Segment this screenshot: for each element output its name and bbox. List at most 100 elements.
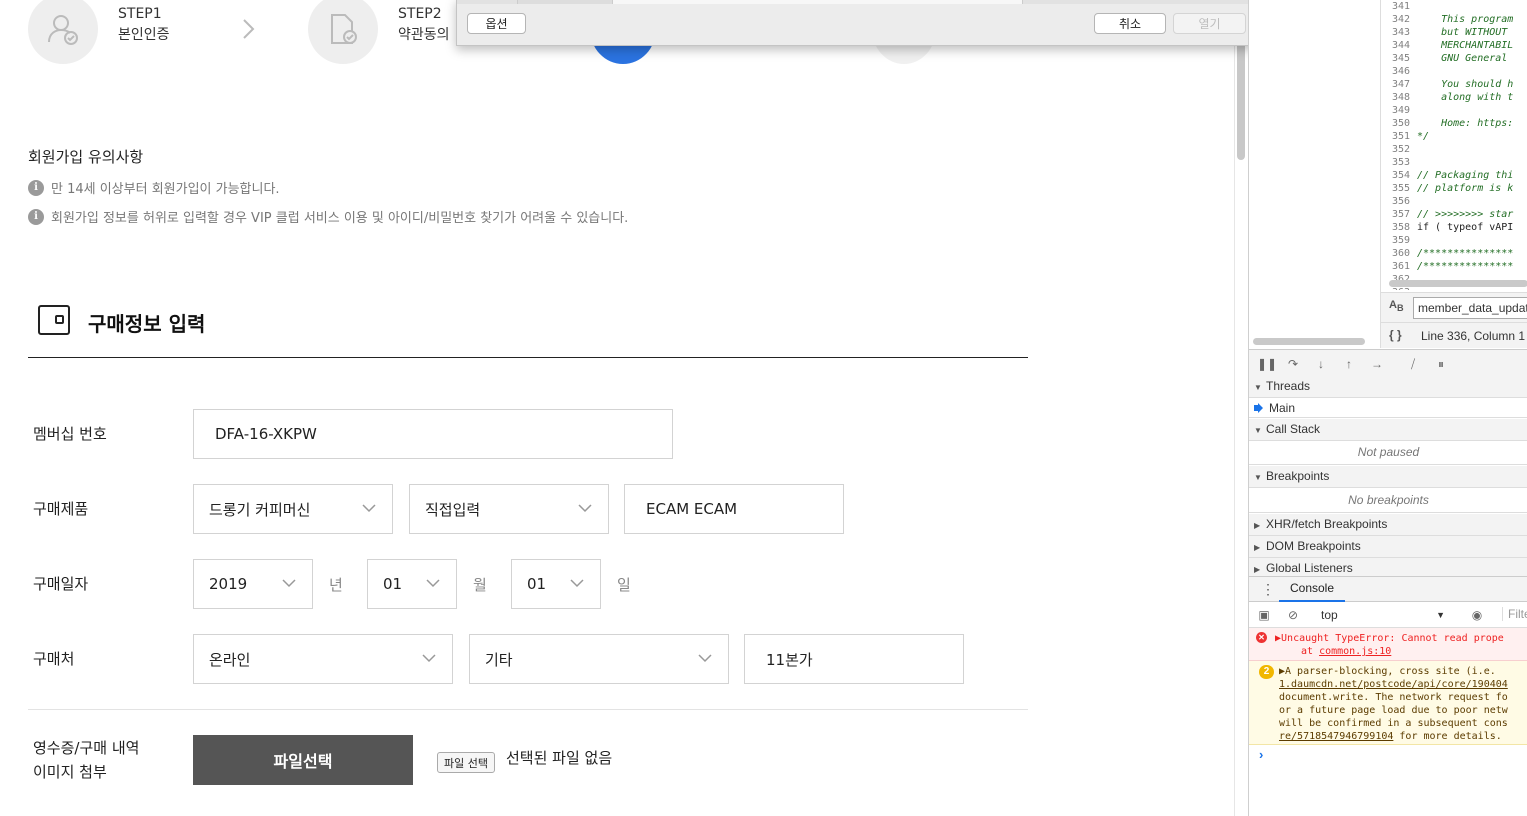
store-type-select[interactable]: 온라인 (193, 634, 453, 684)
code-line[interactable]: 359 (1381, 234, 1527, 247)
console-warning-message[interactable]: 2 ▶A parser-blocking, cross site (i.e. 1… (1249, 661, 1527, 745)
code-line[interactable]: 358 if ( typeof vAPI (1381, 221, 1527, 234)
file-open-dialog: 옵션 취소 열기 (456, 0, 1257, 46)
breakpoints-header[interactable]: ▼ Breakpoints (1249, 466, 1527, 488)
pause-icon[interactable]: ❚❚ (1257, 356, 1277, 372)
chevron-down-icon (422, 654, 436, 663)
line-number[interactable]: 346 (1381, 65, 1415, 78)
code-line[interactable]: 347 You should h (1381, 78, 1527, 91)
file-select-button[interactable]: 파일선택 (193, 735, 413, 785)
editor-search-input[interactable]: member_data_updat (1413, 297, 1527, 319)
thread-main-label: Main (1269, 401, 1296, 415)
editor-scrollbar[interactable] (1389, 280, 1527, 287)
line-number[interactable]: 344 (1381, 39, 1415, 52)
callstack-header[interactable]: ▼ Call Stack (1249, 419, 1527, 441)
tab-console[interactable]: Console (1279, 577, 1345, 602)
code-line[interactable]: 346 (1381, 65, 1527, 78)
line-number[interactable]: 361 (1381, 260, 1415, 273)
dialog-options-button[interactable]: 옵션 (467, 13, 526, 34)
line-number[interactable]: 345 (1381, 52, 1415, 65)
membership-input[interactable]: DFA-16-XKPW (193, 409, 673, 459)
line-number[interactable]: 343 (1381, 26, 1415, 39)
native-file-input-button[interactable]: 파일 선택 (437, 752, 495, 773)
code-line[interactable]: 345 GNU General (1381, 52, 1527, 65)
clear-console-icon[interactable]: ⊘ (1285, 607, 1301, 623)
console-prompt-icon[interactable]: › (1259, 747, 1263, 762)
line-number[interactable]: 342 (1381, 13, 1415, 26)
line-number[interactable]: 352 (1381, 143, 1415, 156)
xhr-breakpoints-header[interactable]: ▶ XHR/fetch Breakpoints (1249, 514, 1527, 536)
line-number[interactable]: 347 (1381, 78, 1415, 91)
code-line[interactable]: 342 This program (1381, 13, 1527, 26)
console-error-message[interactable]: ✕ ▶Uncaught TypeError: Cannot read prope… (1249, 628, 1527, 661)
line-number[interactable]: 351 (1381, 130, 1415, 143)
code-line[interactable]: 361/*************** (1381, 260, 1527, 273)
warning-chromestatus-link[interactable]: re/5718547946799104 (1279, 731, 1393, 742)
day-unit: 일 (617, 576, 631, 594)
year-select[interactable]: 2019 (193, 559, 313, 609)
product-model-input[interactable]: ECAM ECAM (624, 484, 844, 534)
line-number[interactable]: 358 (1381, 221, 1415, 234)
code-line[interactable]: 357// >>>>>>>> star (1381, 208, 1527, 221)
warning-line-last: re/5718547946799104 for more details. (1279, 730, 1502, 743)
day-value: 01 (527, 575, 547, 593)
warning-link-line[interactable]: 1.daumcdn.net/postcode/api/core/190404 (1279, 678, 1508, 691)
context-select[interactable]: top ▼ (1315, 606, 1445, 624)
error-source-link[interactable]: common.js:10 (1319, 646, 1391, 657)
console-filter-input[interactable]: Filte (1502, 607, 1527, 621)
line-number[interactable]: 355 (1381, 182, 1415, 195)
code-line[interactable]: 341 (1381, 0, 1527, 13)
step-out-icon[interactable]: ↑ (1341, 356, 1357, 372)
line-number[interactable]: 359 (1381, 234, 1415, 247)
step-icon[interactable]: → (1369, 356, 1385, 372)
eye-icon[interactable]: ◉ (1469, 607, 1485, 623)
code-line[interactable]: 353 (1381, 156, 1527, 169)
line-number[interactable]: 349 (1381, 104, 1415, 117)
step-over-icon[interactable]: ↷ (1285, 356, 1301, 372)
dialog-open-button[interactable]: 열기 (1173, 13, 1246, 34)
code-line[interactable]: 350 Home: https: (1381, 117, 1527, 130)
code-line[interactable]: 360/*************** (1381, 247, 1527, 260)
thread-main[interactable]: Main (1249, 398, 1527, 418)
line-number[interactable]: 350 (1381, 117, 1415, 130)
error-line2: at common.js:10 (1301, 645, 1391, 658)
line-number[interactable]: 341 (1381, 0, 1415, 13)
code-line[interactable]: 352 (1381, 143, 1527, 156)
deactivate-breakpoints-icon[interactable]: ⧸ (1405, 356, 1421, 372)
month-select[interactable]: 01 (367, 559, 457, 609)
code-line[interactable]: 351 */ (1381, 130, 1527, 143)
sources-navigator[interactable] (1249, 0, 1381, 348)
line-number[interactable]: 354 (1381, 169, 1415, 182)
code-line[interactable]: 349 (1381, 104, 1527, 117)
dialog-column (613, 0, 1023, 4)
drawer-menu-icon[interactable]: ⋮ (1261, 581, 1275, 597)
pause-on-exceptions-icon[interactable]: ⏸ (1433, 356, 1449, 372)
code-line[interactable]: 354// Packaging thi (1381, 169, 1527, 182)
store-name-select[interactable]: 기타 (469, 634, 729, 684)
code-line[interactable]: 343 but WITHOUT (1381, 26, 1527, 39)
pretty-print-icon[interactable]: { } (1389, 328, 1402, 342)
product-brand-select[interactable]: 드롱기 커피머신 (193, 484, 393, 534)
threads-header[interactable]: ▼ Threads (1249, 376, 1527, 398)
dom-breakpoints-header[interactable]: ▶ DOM Breakpoints (1249, 536, 1527, 558)
code-line[interactable]: 348 along with t (1381, 91, 1527, 104)
day-select[interactable]: 01 (511, 559, 601, 609)
page-scrollbar-thumb[interactable] (1237, 28, 1245, 160)
code-line[interactable]: 356 (1381, 195, 1527, 208)
line-number[interactable]: 356 (1381, 195, 1415, 208)
store-name-input[interactable]: 11본가 (744, 634, 964, 684)
dialog-cancel-button[interactable]: 취소 (1094, 13, 1166, 34)
navigator-scrollbar[interactable] (1253, 338, 1365, 345)
product-model-select[interactable]: 직접입력 (409, 484, 609, 534)
step-into-icon[interactable]: ↓ (1313, 356, 1329, 372)
code-line[interactable]: 355// platform is k (1381, 182, 1527, 195)
notice-text: 회원가입 정보를 허위로 입력할 경우 VIP 클럽 서비스 이용 및 아이디/… (51, 211, 629, 226)
code-line[interactable]: 344 MERCHANTABIL (1381, 39, 1527, 52)
line-number[interactable]: 357 (1381, 208, 1415, 221)
match-case-icon[interactable]: AB (1389, 299, 1404, 313)
line-number[interactable]: 360 (1381, 247, 1415, 260)
code-editor[interactable]: 341 342 This program 343 but WITHOUT 344 M… (1381, 0, 1527, 290)
sidebar-toggle-icon[interactable]: ▣ (1256, 607, 1272, 623)
line-number[interactable]: 348 (1381, 91, 1415, 104)
line-number[interactable]: 353 (1381, 156, 1415, 169)
